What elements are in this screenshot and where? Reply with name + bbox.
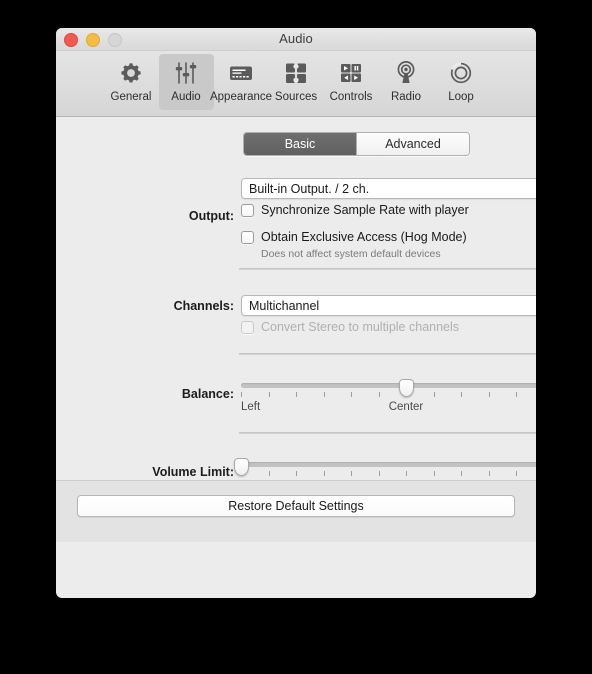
- slider-tick: [406, 471, 407, 476]
- slider-tick: [461, 471, 462, 476]
- slider-tick: [433, 471, 435, 476]
- balance-slider-thumb[interactable]: [398, 379, 414, 397]
- slider-tick: [488, 471, 490, 476]
- output-row-label: Output:: [188, 209, 234, 223]
- restore-default-settings-button[interactable]: Restore Default Settings: [77, 495, 515, 517]
- output-device-popup[interactable]: Built-in Output. / 2 ch.: [241, 178, 536, 199]
- slider-tick: [351, 471, 352, 476]
- convert-stereo-checkbox[interactable]: [241, 320, 254, 334]
- toolbar-item-sources[interactable]: Sources: [269, 54, 324, 110]
- slider-tick: [378, 392, 380, 397]
- window-title: Audio: [279, 31, 313, 46]
- separator-balance-volume: [239, 432, 536, 434]
- toolbar-item-radio[interactable]: Radio: [379, 54, 434, 110]
- slider-tick: [323, 471, 325, 476]
- slider-tick: [323, 392, 325, 397]
- toolbar-label-audio: Audio: [171, 91, 201, 103]
- slider-tick: [433, 392, 435, 397]
- loop-icon: [448, 58, 474, 88]
- toolbar-label-loop: Loop: [448, 91, 474, 103]
- sync-sample-rate-checkbox[interactable]: [241, 203, 254, 217]
- slider-tick: [296, 471, 297, 476]
- hog-mode-hint: Does not affect system default devices: [261, 248, 441, 260]
- toolbar-item-audio[interactable]: Audio: [158, 54, 214, 110]
- preferences-content: Basic Advanced Built-in Output. / 2 ch. …: [56, 117, 536, 542]
- appearance-icon: [228, 58, 254, 88]
- hog-mode-label: Obtain Exclusive Access (Hog Mode): [261, 230, 467, 244]
- toolbar-label-sources: Sources: [274, 91, 318, 103]
- balance-slider-ticks: [241, 392, 536, 398]
- preferences-window: Audio General Audio Appearance Sources C…: [56, 28, 536, 598]
- sync-sample-rate-checkbox-row[interactable]: Synchronize Sample Rate with player: [241, 203, 469, 217]
- slider-tick: [378, 471, 380, 476]
- toolbar-label-general: General: [110, 91, 152, 103]
- toolbar-item-general[interactable]: General: [104, 54, 159, 110]
- toolbar-item-appearance[interactable]: Appearance: [210, 54, 272, 110]
- slider-tick: [516, 471, 517, 476]
- output-device-value: Built-in Output. / 2 ch.: [249, 181, 370, 196]
- convert-stereo-label: Convert Stereo to multiple channels: [261, 320, 460, 334]
- balance-slider-track[interactable]: [241, 383, 536, 388]
- hog-mode-checkbox[interactable]: [241, 230, 254, 244]
- broadcast-icon: [393, 58, 419, 88]
- toolbar-label-radio: Radio: [390, 91, 422, 103]
- tab-advanced[interactable]: Advanced: [356, 133, 469, 155]
- slider-tick: [268, 471, 270, 476]
- balance-row-label: Balance:: [181, 387, 234, 401]
- separator-channels-balance: [239, 353, 536, 355]
- slider-tick: [516, 392, 517, 397]
- slider-tick: [351, 392, 352, 397]
- transport-icon: [338, 58, 364, 88]
- slider-tick: [296, 392, 297, 397]
- sync-sample-rate-label: Synchronize Sample Rate with player: [261, 203, 469, 217]
- toolbar-item-loop[interactable]: Loop: [434, 54, 489, 110]
- window-footer: Restore Default Settings: [56, 480, 536, 542]
- gear-icon: [118, 58, 144, 88]
- balance-legend-center: Center: [388, 401, 424, 413]
- window-titlebar: Audio: [56, 28, 536, 51]
- slider-tick: [461, 392, 462, 397]
- tab-group: Basic Advanced: [243, 132, 470, 156]
- toolbar-item-controls[interactable]: Controls: [324, 54, 379, 110]
- sliders-icon: [173, 58, 199, 88]
- channels-row-label: Channels:: [173, 299, 234, 313]
- separator-output-channels: [239, 268, 536, 270]
- tab-basic[interactable]: Basic: [244, 133, 356, 155]
- volume-limit-slider-track[interactable]: [241, 462, 536, 467]
- slider-tick: [241, 392, 242, 397]
- convert-stereo-checkbox-row[interactable]: Convert Stereo to multiple channels: [241, 320, 459, 334]
- hog-mode-checkbox-row[interactable]: Obtain Exclusive Access (Hog Mode): [241, 230, 467, 244]
- balance-slider-legend: Left Center Right: [241, 401, 536, 417]
- toolbar-label-appearance: Appearance: [209, 91, 273, 103]
- toolbar-label-controls: Controls: [329, 91, 373, 103]
- screenshot-root: Audio General Audio Appearance Sources C…: [0, 0, 592, 674]
- slider-tick: [488, 392, 490, 397]
- puzzle-icon: [283, 58, 309, 88]
- volume-limit-row-label: Volume Limit:: [152, 465, 234, 479]
- volume-limit-slider-ticks: [241, 471, 536, 477]
- channels-mode-value: Multichannel: [249, 298, 320, 313]
- volume-limit-slider-thumb[interactable]: [233, 458, 249, 476]
- preferences-toolbar: General Audio Appearance Sources Control…: [56, 51, 536, 117]
- slider-tick: [268, 392, 270, 397]
- channels-mode-popup[interactable]: Multichannel: [241, 295, 536, 316]
